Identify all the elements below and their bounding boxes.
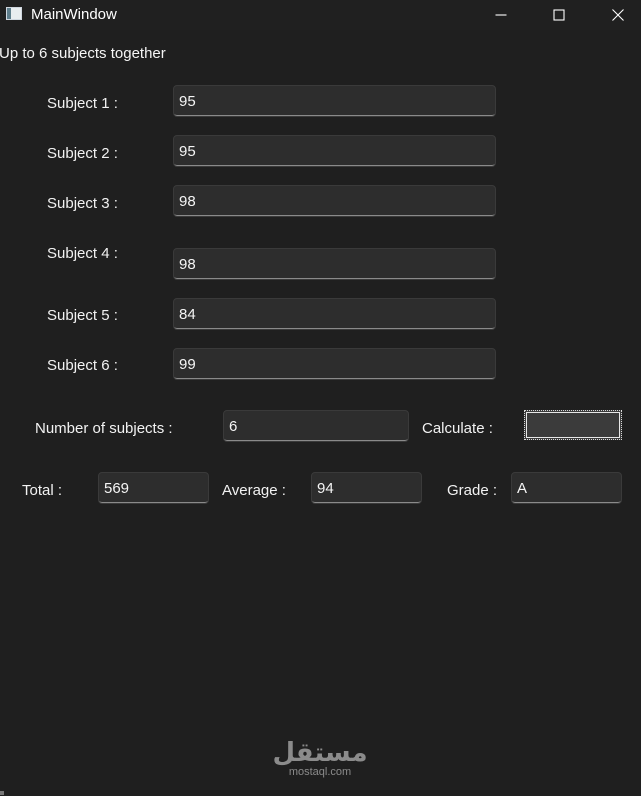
app-icon xyxy=(6,7,22,20)
maximize-button[interactable] xyxy=(536,0,582,30)
watermark-logo-text: مستقل xyxy=(272,738,368,768)
close-icon xyxy=(612,9,624,21)
maximize-icon xyxy=(553,9,565,21)
mostaql-watermark: مستقل mostaql.com xyxy=(270,740,370,779)
window-title: MainWindow xyxy=(31,6,117,23)
grade-field[interactable] xyxy=(511,472,622,504)
total-label: Total : xyxy=(22,482,63,499)
minimize-button[interactable] xyxy=(478,0,524,30)
subject-1-label: Subject 1 : xyxy=(47,95,118,112)
close-button[interactable] xyxy=(595,0,641,30)
main-window: MainWindow Up to 6 subjects together Sub… xyxy=(0,0,641,796)
number-of-subjects-input[interactable] xyxy=(223,410,409,442)
subject-1-input[interactable] xyxy=(173,85,496,117)
subject-2-label: Subject 2 : xyxy=(47,145,118,162)
calculate-label: Calculate : xyxy=(422,420,493,437)
subject-6-label: Subject 6 : xyxy=(47,357,118,374)
subject-5-label: Subject 5 : xyxy=(47,307,118,324)
title-bar[interactable]: MainWindow xyxy=(0,0,641,30)
resize-grip[interactable] xyxy=(0,791,4,795)
calculate-button[interactable] xyxy=(524,410,622,440)
subject-4-label: Subject 4 : xyxy=(47,245,118,262)
subject-5-input[interactable] xyxy=(173,298,496,330)
subject-6-input[interactable] xyxy=(173,348,496,380)
subject-3-input[interactable] xyxy=(173,185,496,217)
average-field[interactable] xyxy=(311,472,422,504)
page-heading: Up to 6 subjects together xyxy=(0,45,166,62)
number-of-subjects-label: Number of subjects : xyxy=(35,420,173,437)
average-label: Average : xyxy=(222,482,286,499)
total-field[interactable] xyxy=(98,472,209,504)
subject-4-input[interactable] xyxy=(173,248,496,280)
subject-2-input[interactable] xyxy=(173,135,496,167)
grade-label: Grade : xyxy=(447,482,498,499)
subject-3-label: Subject 3 : xyxy=(47,195,118,212)
minimize-icon xyxy=(495,14,507,16)
